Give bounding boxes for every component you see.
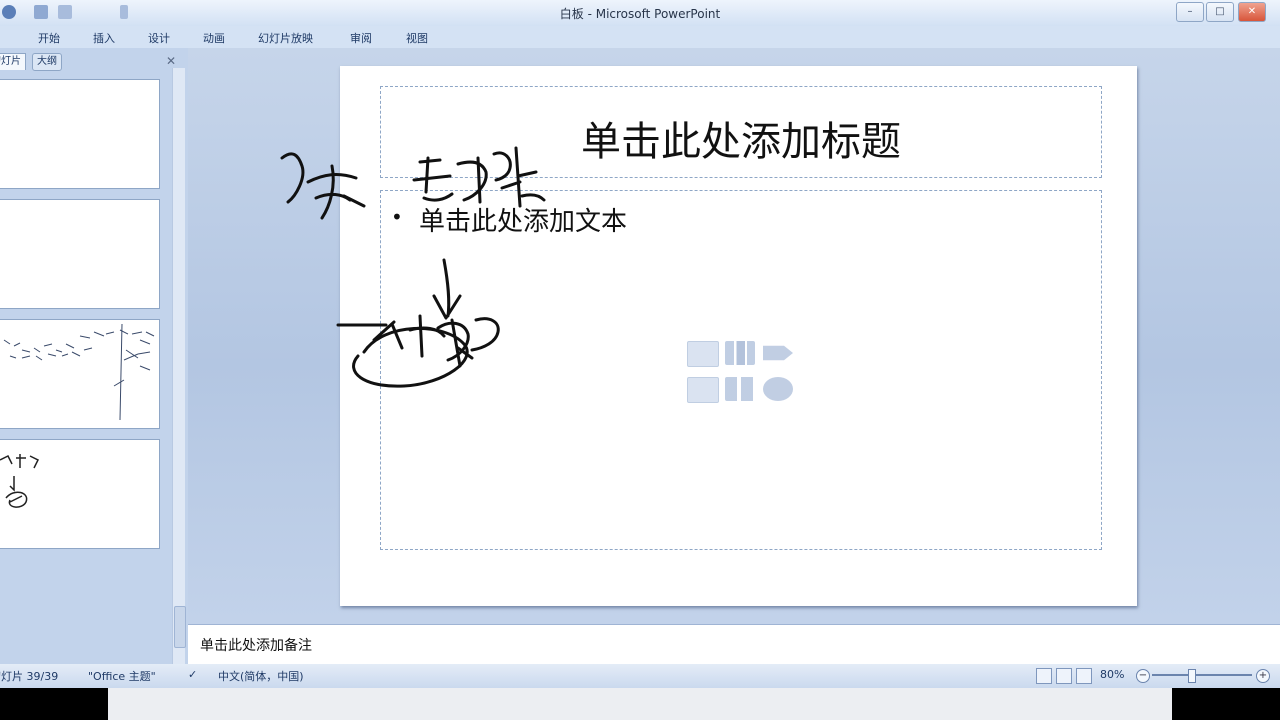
slide-sorter-button[interactable] (1056, 668, 1072, 684)
insert-picture-icon[interactable] (687, 377, 719, 403)
zoom-level[interactable]: 80% (1100, 668, 1124, 681)
thumbnail-sketch (0, 454, 40, 508)
title-bar: 白板 - Microsoft PowerPoint – □ ✕ (0, 0, 1280, 26)
title-placeholder-text: 单击此处添加标题 (581, 119, 901, 165)
spellcheck-icon[interactable]: ✓ (188, 668, 197, 681)
insert-media-icon[interactable] (763, 377, 793, 401)
notes-placeholder: 单击此处添加备注 (200, 638, 312, 654)
tab-slideshow[interactable]: 幻灯片放映 (258, 30, 313, 46)
close-button[interactable]: ✕ (1238, 2, 1266, 22)
taskbar-area (108, 688, 1172, 720)
zoom-in-button[interactable]: + (1256, 669, 1270, 683)
close-panel-icon[interactable]: ✕ (166, 54, 176, 68)
zoom-slider-thumb[interactable] (1188, 669, 1196, 683)
powerpoint-window: 白板 - Microsoft PowerPoint – □ ✕ 开始 插入 设计… (0, 0, 1280, 688)
insert-smartart-icon[interactable] (763, 345, 793, 361)
tab-outline[interactable]: 大纲 (32, 53, 62, 71)
insert-content-icons (687, 341, 797, 403)
ribbon-tabs: 开始 插入 设计 动画 幻灯片放映 审阅 视图 (0, 26, 1280, 48)
content-placeholder-text: 单击此处添加文本 (419, 207, 628, 237)
slide-thumbnail[interactable] (0, 79, 160, 189)
panel-scrollbar[interactable] (172, 68, 186, 664)
slides-panel: 幻灯片 大纲 ✕ (0, 48, 188, 664)
scrollbar-thumb[interactable] (174, 606, 186, 648)
thumbnail-sketch (3, 323, 155, 421)
slide-thumbnail[interactable] (0, 199, 160, 309)
window-title: 白板 - Microsoft PowerPoint (559, 7, 721, 21)
current-slide[interactable]: 单击此处添加标题 • 单击此处添加文本 (340, 66, 1137, 606)
insert-clipart-icon[interactable] (725, 377, 755, 401)
slide-thumbnail[interactable] (0, 439, 160, 549)
tab-insert[interactable]: 插入 (93, 30, 115, 46)
content-placeholder[interactable]: • 单击此处添加文本 (380, 190, 1102, 550)
zoom-out-button[interactable]: − (1136, 669, 1150, 683)
zoom-slider[interactable] (1152, 674, 1252, 676)
tab-home[interactable]: 开始 (38, 30, 60, 46)
slide-thumbnail[interactable] (0, 319, 160, 429)
notes-pane[interactable]: 单击此处添加备注 (188, 624, 1280, 665)
tab-design[interactable]: 设计 (148, 30, 170, 46)
tab-view[interactable]: 视图 (406, 30, 428, 46)
tab-slides[interactable]: 幻灯片 (0, 53, 26, 70)
title-placeholder[interactable]: 单击此处添加标题 (380, 86, 1102, 178)
language-indicator[interactable]: 中文(简体，中国) (218, 668, 304, 684)
normal-view-button[interactable] (1036, 668, 1052, 684)
bullet-icon: • (391, 205, 403, 229)
insert-chart-icon[interactable] (725, 341, 755, 365)
slideshow-button[interactable] (1076, 668, 1092, 684)
maximize-button[interactable]: □ (1206, 2, 1234, 22)
slide-counter: 幻灯片 39/39 (0, 670, 59, 683)
tab-review[interactable]: 审阅 (350, 30, 372, 46)
insert-table-icon[interactable] (687, 341, 719, 367)
tab-animations[interactable]: 动画 (203, 30, 225, 46)
slide-editing-area: 单击此处添加标题 • 单击此处添加文本 (188, 48, 1280, 624)
status-bar: 幻灯片 39/39 "Office 主题" ✓ 中文(简体，中国) 80% − … (0, 664, 1280, 688)
minimize-button[interactable]: – (1176, 2, 1204, 22)
theme-name: "Office 主题" (88, 670, 156, 683)
